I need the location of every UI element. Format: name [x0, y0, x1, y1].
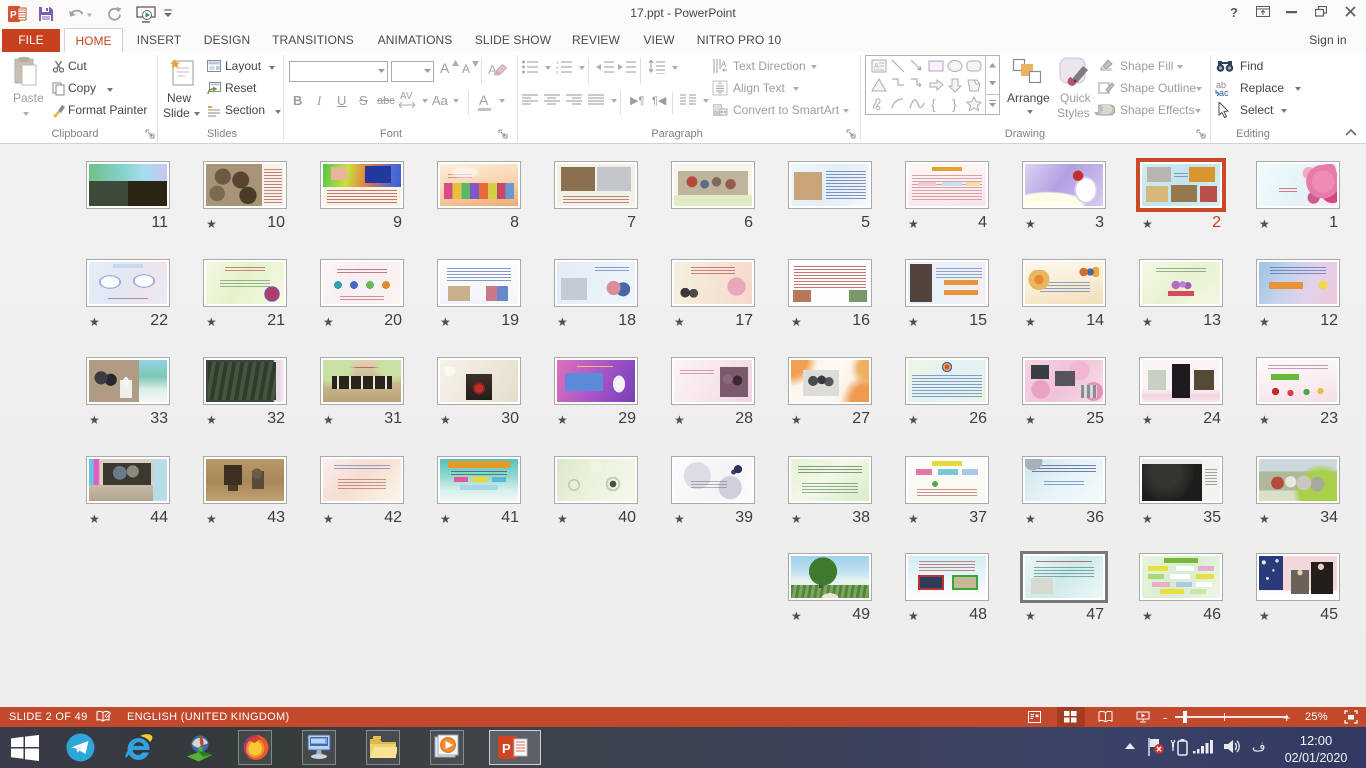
svg-text:3: 3 — [556, 70, 559, 74]
svg-text:{: { — [931, 96, 936, 112]
svg-text:A: A — [721, 60, 727, 69]
svg-text:A: A — [874, 63, 879, 70]
svg-text:P: P — [502, 741, 511, 756]
svg-text:}: } — [952, 96, 957, 112]
svg-text:?: ? — [1230, 5, 1238, 19]
svg-text:ac: ac — [1219, 88, 1229, 97]
